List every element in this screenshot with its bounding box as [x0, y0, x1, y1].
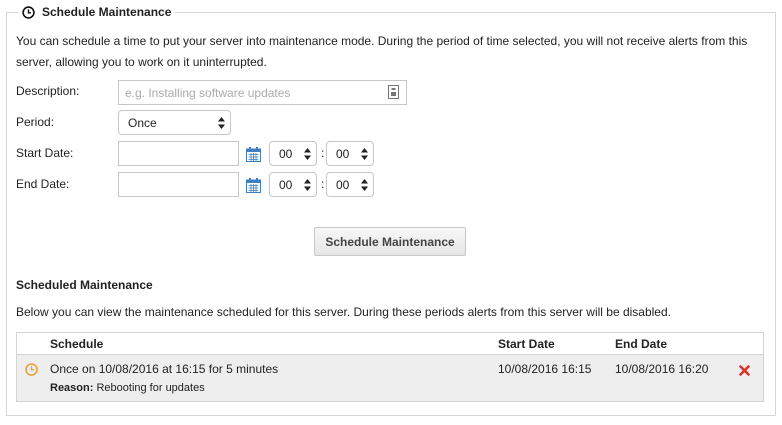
schedule-maintenance-button[interactable]: Schedule Maintenance: [314, 227, 466, 256]
calendar-icon[interactable]: [246, 147, 261, 162]
start-date-input[interactable]: [118, 141, 239, 166]
period-select[interactable]: Once: [118, 110, 231, 135]
period-select-value: Once: [128, 115, 157, 130]
delete-icon[interactable]: [739, 365, 750, 376]
select-arrows-icon: [304, 179, 311, 191]
scheduled-maintenance-title: Scheduled Maintenance: [16, 278, 153, 292]
end-hour-value: 00: [279, 177, 293, 192]
maintenance-table: Schedule Start Date End Date Once on 10/…: [16, 332, 764, 402]
end-date-label: End Date:: [16, 177, 70, 191]
description-label: Description:: [16, 84, 80, 98]
column-schedule: Schedule: [50, 337, 104, 351]
clock-icon: [22, 5, 35, 19]
period-label: Period:: [16, 115, 55, 129]
select-arrows-icon: [361, 179, 368, 191]
select-arrows-icon: [361, 148, 368, 160]
end-hour-select[interactable]: 00: [269, 172, 317, 197]
start-date-label: Start Date:: [16, 146, 74, 160]
row-reason: Reason: Rebooting for updates: [50, 382, 205, 394]
time-separator: :: [321, 146, 325, 160]
panel-legend: Schedule Maintenance: [18, 5, 176, 19]
time-separator: :: [321, 177, 325, 191]
row-reason-text: Rebooting for updates: [96, 382, 205, 394]
column-end-date: End Date: [615, 337, 668, 351]
select-arrows-icon: [218, 117, 225, 129]
row-end-date: 10/08/2016 16:20: [615, 362, 709, 376]
start-hour-select[interactable]: 00: [269, 141, 317, 166]
end-minute-select[interactable]: 00: [326, 172, 374, 197]
start-minute-value: 00: [336, 146, 350, 161]
start-hour-value: 00: [279, 146, 293, 161]
scheduled-maintenance-description: Below you can view the maintenance sched…: [16, 305, 671, 319]
panel-title: Schedule Maintenance: [42, 5, 172, 19]
select-arrows-icon: [304, 148, 311, 160]
start-minute-select[interactable]: 00: [326, 141, 374, 166]
column-start-date: Start Date: [498, 337, 555, 351]
end-minute-value: 00: [336, 177, 350, 192]
calendar-icon[interactable]: [246, 178, 261, 193]
row-schedule: Once on 10/08/2016 at 16:15 for 5 minute…: [50, 362, 279, 376]
row-start-date: 10/08/2016 16:15: [498, 362, 592, 376]
table-row: Once on 10/08/2016 at 16:15 for 5 minute…: [17, 355, 763, 401]
document-icon: [388, 85, 399, 99]
clock-icon: [25, 363, 38, 376]
table-header: Schedule Start Date End Date: [17, 333, 763, 355]
row-reason-label: Reason:: [50, 382, 94, 394]
intro-text: You can schedule a time to put your serv…: [16, 34, 748, 69]
description-input[interactable]: [118, 80, 407, 105]
end-date-input[interactable]: [118, 172, 239, 197]
